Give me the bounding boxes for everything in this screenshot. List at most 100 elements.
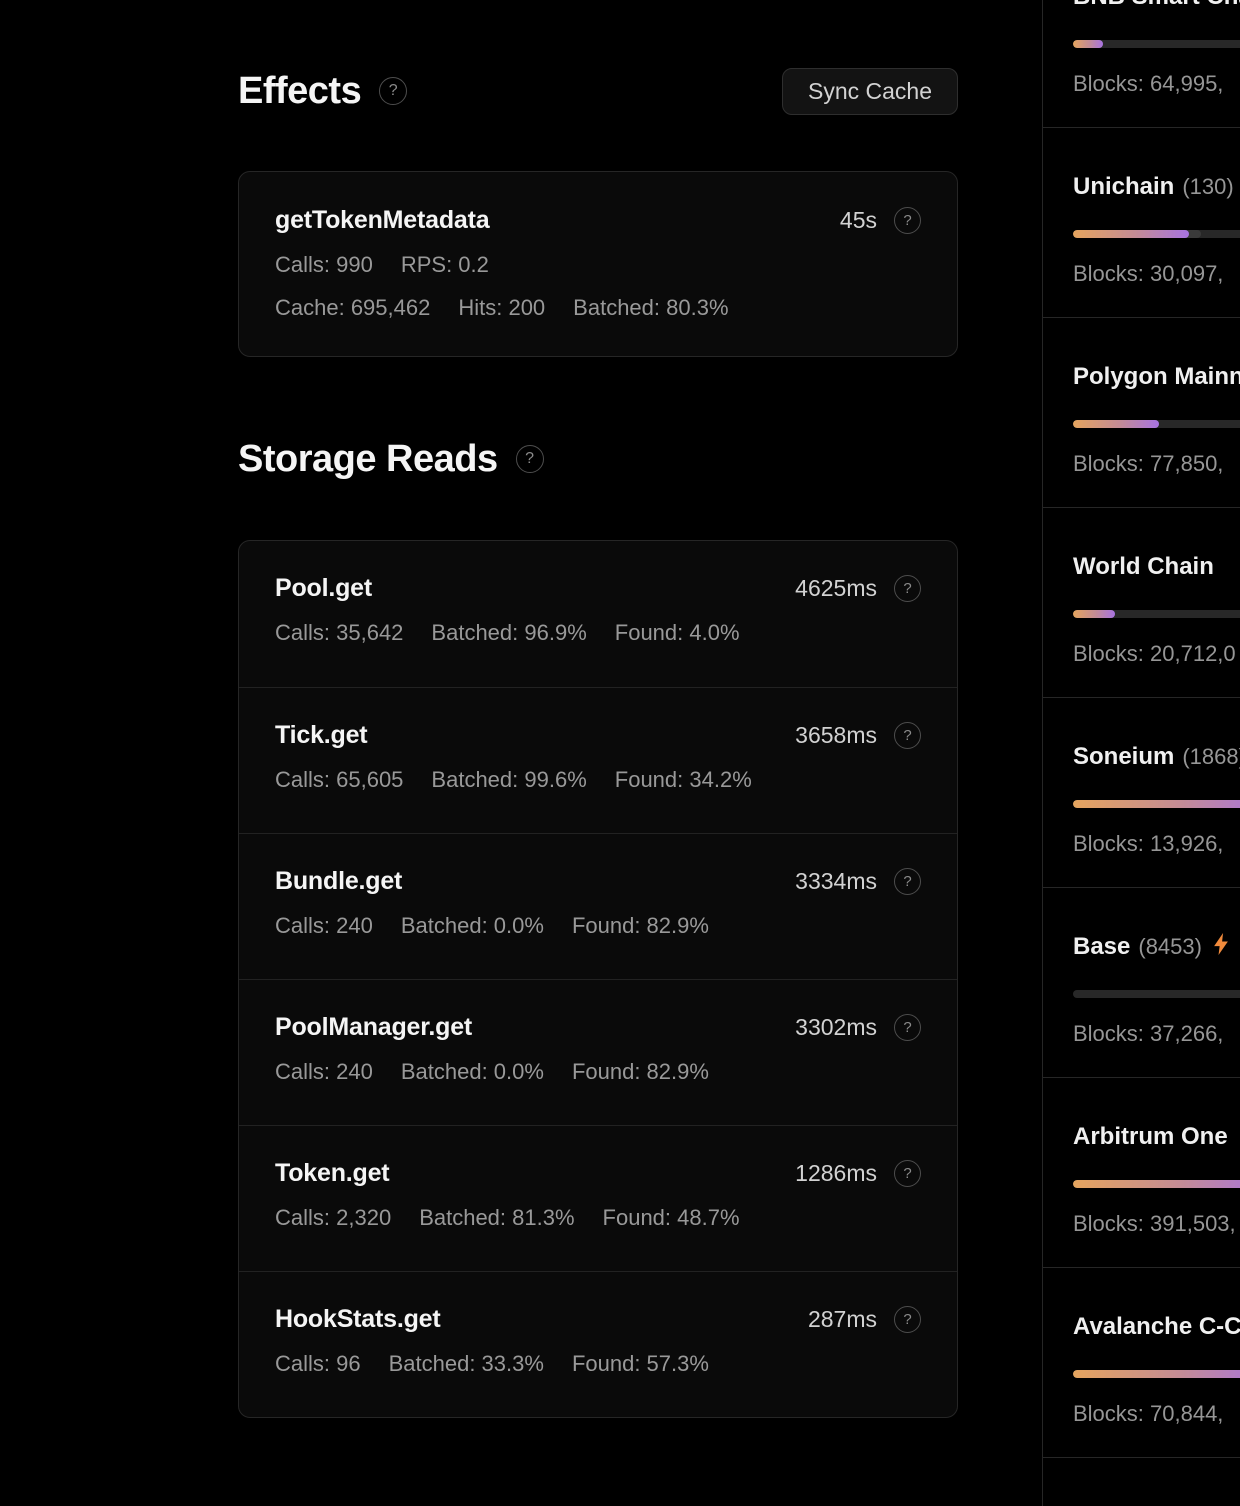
table-row: Pool.get 4625ms ? Calls: 35,642 Batched:… (239, 541, 957, 687)
network-name: World Chain (1073, 553, 1214, 580)
read-duration: 4625ms (795, 575, 877, 602)
network-blocks: Blocks: 20,712,0 (1073, 640, 1240, 668)
effect-name: getTokenMetadata (275, 206, 489, 235)
effects-title: Effects (238, 70, 361, 113)
stat: Found: 34.2% (615, 767, 752, 793)
stat: Calls: 65,605 (275, 767, 403, 793)
network-blocks: Blocks: 70,844, (1073, 1400, 1240, 1428)
network-chain-id: (1868) (1182, 744, 1240, 769)
stat: Batched: 0.0% (401, 1059, 544, 1085)
help-icon[interactable]: ? (894, 207, 921, 234)
stat: Calls: 240 (275, 913, 373, 939)
effect-duration: 45s (840, 207, 877, 234)
stat: Batched: 33.3% (389, 1351, 544, 1377)
read-name: Bundle.get (275, 867, 402, 896)
read-duration: 3302ms (795, 1014, 877, 1041)
storage-reads-header: Storage Reads ? (238, 434, 958, 484)
networks-sidebar: BNB Smart Chain Blocks: 64,995, Unichain… (1042, 0, 1240, 1506)
read-name: HookStats.get (275, 1305, 440, 1334)
help-icon[interactable]: ? (516, 445, 544, 473)
stat: Batched: 99.6% (431, 767, 586, 793)
network-chain-id: (130) (1182, 174, 1233, 199)
help-icon[interactable]: ? (894, 1306, 921, 1333)
network-name: Unichain (1073, 173, 1174, 200)
table-row: Bundle.get 3334ms ? Calls: 240 Batched: … (239, 833, 957, 979)
table-row: Tick.get 3658ms ? Calls: 65,605 Batched:… (239, 687, 957, 833)
network-item-next (1043, 1458, 1240, 1506)
page: Effects ? Sync Cache getTokenMetadata 45… (0, 0, 1240, 1506)
help-icon[interactable]: ? (894, 868, 921, 895)
network-chain-id: (8453) (1138, 934, 1202, 959)
sync-cache-button[interactable]: Sync Cache (782, 68, 958, 115)
read-name: PoolManager.get (275, 1013, 472, 1042)
effect-stats-line2: Cache: 695,462 Hits: 200 Batched: 80.3% (275, 295, 921, 321)
network-name: Soneium (1073, 743, 1174, 770)
sync-progress-bar (1073, 800, 1240, 808)
read-name: Token.get (275, 1159, 389, 1188)
stat: Calls: 2,320 (275, 1205, 391, 1231)
network-blocks: Blocks: 64,995, (1073, 70, 1240, 98)
network-blocks: Blocks: 13,926, (1073, 830, 1240, 858)
read-name: Tick.get (275, 721, 367, 750)
help-icon[interactable]: ? (894, 722, 921, 749)
storage-reads-title: Storage Reads (238, 438, 498, 481)
stat: Found: 57.3% (572, 1351, 709, 1377)
network-item-polygon: Polygon Mainnet Blocks: 77,850, (1043, 318, 1240, 508)
stat: Cache: 695,462 (275, 295, 430, 321)
stat: Batched: 96.9% (431, 620, 586, 646)
network-item-avalanche: Avalanche C-Chain Blocks: 70,844, (1043, 1268, 1240, 1458)
table-row: PoolManager.get 3302ms ? Calls: 240 Batc… (239, 979, 957, 1125)
lightning-icon (1212, 933, 1230, 963)
stat: Batched: 80.3% (573, 295, 728, 321)
help-icon[interactable]: ? (894, 575, 921, 602)
read-duration: 287ms (808, 1306, 877, 1333)
help-icon[interactable]: ? (894, 1014, 921, 1041)
table-row: Token.get 1286ms ? Calls: 2,320 Batched:… (239, 1125, 957, 1271)
network-item-unichain: Unichain (130) Blocks: 30,097, (1043, 128, 1240, 318)
sync-progress-bar (1073, 230, 1240, 238)
read-duration: 3334ms (795, 868, 877, 895)
read-name: Pool.get (275, 574, 372, 603)
stat: Calls: 990 (275, 252, 373, 278)
sync-progress-bar (1073, 1370, 1240, 1378)
effect-stats-line1: Calls: 990 RPS: 0.2 (275, 252, 921, 278)
read-duration: 3658ms (795, 722, 877, 749)
table-row: HookStats.get 287ms ? Calls: 96 Batched:… (239, 1271, 957, 1417)
sync-progress-bar (1073, 1180, 1240, 1188)
network-name: Avalanche C-Chain (1073, 1313, 1240, 1340)
stat: Batched: 81.3% (419, 1205, 574, 1231)
stat: Found: 82.9% (572, 1059, 709, 1085)
stat: RPS: 0.2 (401, 252, 489, 278)
stat: Found: 48.7% (603, 1205, 740, 1231)
network-item-arbitrum: Arbitrum One Blocks: 391,503, (1043, 1078, 1240, 1268)
sync-progress-bar (1073, 40, 1240, 48)
stat: Found: 82.9% (572, 913, 709, 939)
read-duration: 1286ms (795, 1160, 877, 1187)
sync-progress-bar (1073, 990, 1240, 998)
storage-reads-table: Pool.get 4625ms ? Calls: 35,642 Batched:… (238, 540, 958, 1418)
network-name: BNB Smart Chain (1073, 0, 1240, 10)
network-blocks: Blocks: 30,097, (1073, 260, 1240, 288)
network-blocks: Blocks: 37,266, (1073, 1020, 1240, 1048)
help-icon[interactable]: ? (894, 1160, 921, 1187)
stat: Found: 4.0% (615, 620, 740, 646)
sync-progress-bar (1073, 610, 1240, 618)
stat: Calls: 240 (275, 1059, 373, 1085)
network-item-bnb: BNB Smart Chain Blocks: 64,995, (1043, 0, 1240, 128)
network-name: Base (1073, 933, 1130, 960)
network-item-worldchain: World Chain Blocks: 20,712,0 (1043, 508, 1240, 698)
network-item-soneium: Soneium (1868) Blocks: 13,926, (1043, 698, 1240, 888)
stat: Hits: 200 (458, 295, 545, 321)
network-blocks: Blocks: 77,850, (1073, 450, 1240, 478)
main-panel: Effects ? Sync Cache getTokenMetadata 45… (0, 0, 1042, 1506)
stat: Calls: 96 (275, 1351, 361, 1377)
sync-progress-bar (1073, 420, 1240, 428)
stat: Batched: 0.0% (401, 913, 544, 939)
stat: Calls: 35,642 (275, 620, 403, 646)
effects-header: Effects ? Sync Cache (238, 66, 958, 116)
help-icon[interactable]: ? (379, 77, 407, 105)
network-name: Arbitrum One (1073, 1123, 1228, 1150)
effect-card: getTokenMetadata 45s ? Calls: 990 RPS: 0… (238, 171, 958, 357)
network-name: Polygon Mainnet (1073, 363, 1240, 390)
network-item-base: Base (8453) Blocks: 37,266, (1043, 888, 1240, 1078)
